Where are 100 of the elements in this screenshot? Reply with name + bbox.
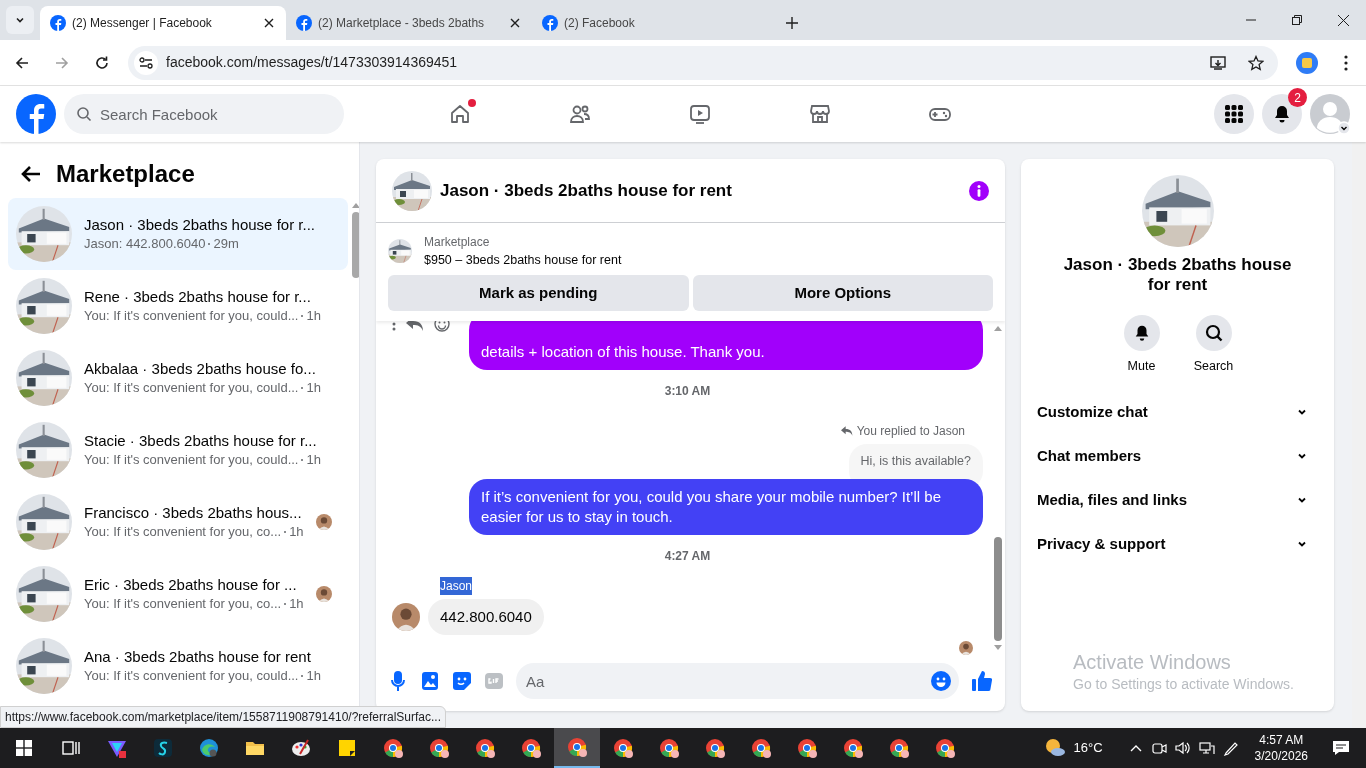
chat-title: Jason · 3beds 2baths house for rent [440,179,733,202]
close-icon[interactable] [262,16,276,30]
address-bar[interactable]: facebook.com/messages/t/1473303914369451 [128,45,1278,80]
chat-list-item[interactable]: Jason · 3beds 2baths house for r... Jason: 442.800.6040 29m [8,198,348,270]
paint-icon [290,737,312,759]
activation-subtitle: Go to Settings to activate Windows. [1073,675,1294,694]
scroll-down-icon[interactable] [994,645,1002,651]
message-preview: You: If it's convenient for you, could... [84,451,299,469]
search-field[interactable]: Search Facebook [64,94,344,134]
browser-tab[interactable]: (2) Marketplace - 3beds 2baths [286,6,532,40]
chat-list-item[interactable]: Eric · 3beds 2baths house for ... You: If it's convenient for you, co... 1h [8,558,348,630]
image-icon[interactable] [420,671,440,691]
message-preview: You: If it's convenient for you, could... [84,667,299,685]
sticky-note-icon [336,737,358,759]
message-bubble: details + location of this house. Thank you. [469,321,983,370]
read-receipt-avatar [315,514,332,530]
tab-title: (2) Marketplace - 3beds 2baths [318,15,485,32]
status-url: https://www.facebook.com/marketplace/item/1558711908791410/?referralSurfac... [0,706,447,728]
chat-name: Rene · 3beds 2baths house for r... [84,287,312,307]
sticker-icon[interactable] [452,671,472,691]
weather-icon[interactable] [1043,737,1066,759]
tab-title: (2) Messenger | Facebook [72,15,212,32]
chat-name: Stacie · 3beds 2baths house for r... [84,431,318,451]
bell-icon[interactable] [1262,94,1302,134]
chat-name: Francisco · 3beds 2baths hous... [84,503,303,523]
message-time: 29m [213,235,239,253]
chrome-icon [842,737,864,759]
store-icon[interactable] [808,102,832,126]
scroll-up-icon[interactable] [351,202,359,208]
accordion-item[interactable]: Privacy & support [1029,521,1326,566]
chat-list-item[interactable]: Ana · 3beds 2baths house for rent You: If it's convenient for you, could... 1h [8,630,348,702]
url-text: facebook.com/messages/t/1473303914369451 [166,53,459,72]
browser-tab[interactable]: (2) Messenger | Facebook [40,6,286,40]
message-time: 1h [289,523,304,541]
site-settings-icon[interactable] [134,50,158,75]
sender-name: Jason [440,576,473,595]
section-title: Media, files and links [1037,489,1189,510]
chat-name: Jason · 3beds 2baths house for r... [84,215,316,235]
chat-list-item[interactable]: Francisco · 3beds 2baths hous... You: If it's convenient for you, co... 1h [8,486,348,558]
accordion-item[interactable]: Customize chat [1029,389,1326,434]
listing-action-button[interactable]: Mark as pending [388,275,689,311]
message-time: 1h [306,379,321,397]
clock-date: 3/20/2026 [1254,748,1308,764]
facebook-icon [296,15,312,31]
chrome-icon [612,737,634,759]
chrome-icon [566,736,588,758]
s-app-icon [152,737,174,759]
chrome-icon [750,737,772,759]
sidebar-title: Marketplace [56,159,195,189]
notification-count: 2 [1288,88,1307,107]
apps-grid-icon[interactable] [1214,94,1254,134]
close-icon[interactable] [508,16,522,30]
reply-note: You replied to Jason [856,422,965,440]
accordion-item[interactable]: Chat members [1029,433,1326,478]
reply-icon[interactable] [406,321,424,331]
search-icon [76,106,92,122]
emoji-icon[interactable] [931,671,951,691]
notifications-icon[interactable] [1332,739,1350,757]
message-time: 1h [306,667,321,685]
chat-name: Eric · 3beds 2baths house for ... [84,575,298,595]
clock-time: 4:57 AM [1259,732,1304,748]
speaker-icon[interactable] [1174,740,1191,756]
pen-icon[interactable] [1222,740,1239,756]
microphone-icon[interactable] [388,671,408,691]
thumbs-up-icon[interactable] [971,670,993,692]
info-icon[interactable] [969,180,989,201]
scrollbar-thumb[interactable] [994,537,1002,641]
listing-title: $950 – 3beds 2baths house for rent [424,252,622,269]
chrome-icon [888,737,910,759]
message-input[interactable]: Aa [516,663,959,699]
scroll-up-icon[interactable] [994,325,1002,331]
scrollbar-thumb[interactable] [351,212,359,278]
listing-action-button[interactable]: More Options [692,275,993,311]
more-icon[interactable] [392,321,396,331]
timestamp: 3:10 AM [664,382,711,400]
chrome-icon [474,737,496,759]
message-preview: You: If it's convenient for you, co... [84,523,282,541]
chat-list-item[interactable]: Rene · 3beds 2baths house for r... You: If it's convenient for you, could... 1h [8,270,348,342]
chrome-icon [382,737,404,759]
chrome-icon [520,737,542,759]
chat-list-item[interactable]: Stacie · 3beds 2baths house for r... You: If it's convenient for you, could... 1h [8,414,348,486]
action-label: Search [1193,358,1234,375]
accordion-item[interactable]: Media, files and links [1029,477,1326,522]
facebook-logo-icon[interactable] [16,94,56,134]
chrome-icon [704,737,726,759]
bell-icon[interactable] [1123,315,1160,351]
video-icon[interactable] [688,102,712,126]
chat-name: Ana · 3beds 2baths house for rent [84,647,312,667]
facebook-icon [542,15,558,31]
read-receipt-avatar [315,586,332,602]
home-icon[interactable] [448,102,472,126]
search-icon[interactable] [1195,315,1232,351]
facebook-icon [50,15,66,31]
extension-icon[interactable] [1296,51,1318,74]
chat-list-item[interactable]: Akbalaa · 3beds 2baths house fo... You: If it's convenient for you, could... 1h [8,342,348,414]
network-icon[interactable] [1198,740,1215,756]
listing-source: Marketplace [424,234,491,251]
meet-icon[interactable] [1150,740,1167,756]
browser-tab[interactable]: (2) Facebook [532,6,778,40]
temperature: 16°C [1073,739,1103,758]
